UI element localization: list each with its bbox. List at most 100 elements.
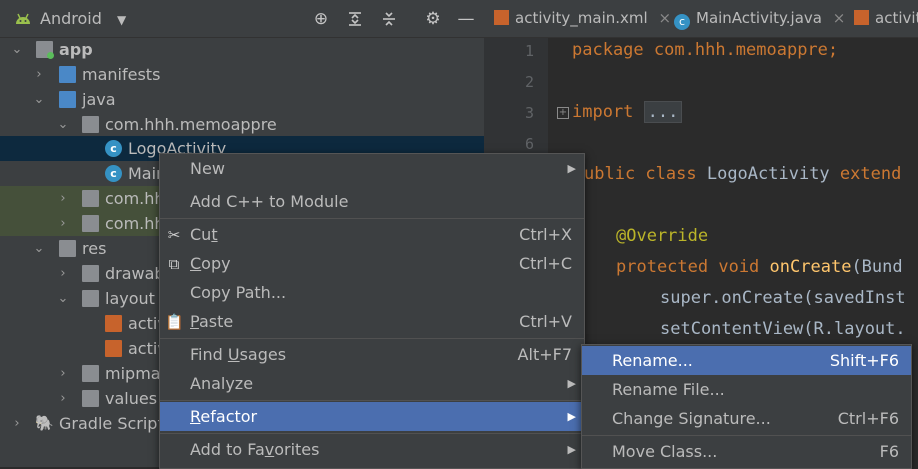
menu-item-label: Rename File... <box>612 380 725 399</box>
submenu-item-change-signature[interactable]: Change Signature... Ctrl+F6 <box>582 404 911 433</box>
keyword: package <box>572 40 644 60</box>
tree-item-package[interactable]: ⌄ com.hhh.memoappre <box>0 112 484 137</box>
menu-separator <box>160 400 584 401</box>
close-icon[interactable]: × <box>833 9 846 27</box>
tree-item-java[interactable]: ⌄ java <box>0 87 484 112</box>
android-icon <box>14 10 32 24</box>
code-text: super.onCreate(savedInst <box>660 288 906 308</box>
dropdown-arrow-icon: ▼ <box>116 13 127 27</box>
chevron-right-icon[interactable]: › <box>10 411 24 436</box>
shortcut: Ctrl+F6 <box>837 409 899 428</box>
menu-separator <box>582 435 911 436</box>
expand-all-icon[interactable] <box>344 8 366 30</box>
menu-item-analyze[interactable]: Analyze ▶ <box>160 369 584 398</box>
shortcut: Ctrl+V <box>519 312 572 331</box>
submenu-arrow-icon: ▶ <box>567 377 576 390</box>
menu-separator <box>160 218 584 219</box>
chevron-down-icon[interactable]: ⌄ <box>56 286 70 311</box>
copy-icon: ⧉ <box>168 255 180 273</box>
class-icon: c <box>105 140 122 157</box>
tree-item-label: drawab <box>105 264 165 283</box>
code-line-method: protected void onCreate(Bund <box>616 257 903 277</box>
fold-toggle-icon[interactable]: + <box>557 107 569 119</box>
xml-file-icon <box>854 10 869 25</box>
menu-item-copy-path[interactable]: Copy Path... <box>160 278 584 307</box>
locate-icon[interactable]: ⊕ <box>310 8 332 30</box>
chevron-right-icon[interactable]: › <box>56 211 70 236</box>
tab-activity-overflow[interactable]: activit <box>854 0 918 37</box>
shortcut: Shift+F6 <box>829 351 899 370</box>
view-selector[interactable]: Android ▼ <box>40 0 126 37</box>
method-params: (Bund <box>851 257 903 277</box>
submenu-arrow-icon: ▶ <box>567 162 576 175</box>
xml-file-icon <box>105 340 122 357</box>
menu-item-label: Add C++ to Module <box>190 192 349 211</box>
package-icon <box>82 190 99 207</box>
chevron-down-icon[interactable]: ⌄ <box>56 112 70 137</box>
chevron-right-icon[interactable]: › <box>56 386 70 411</box>
tab-mainactivity-java[interactable]: c MainActivity.java × <box>674 0 845 37</box>
package-icon <box>82 215 99 232</box>
submenu-item-move-class[interactable]: Move Class... F6 <box>582 437 911 466</box>
menu-item-refactor[interactable]: Refactor ▶ <box>160 402 584 431</box>
xml-file-icon <box>494 10 509 25</box>
annotation: @Override <box>616 226 709 246</box>
chevron-down-icon[interactable]: ⌄ <box>32 87 46 112</box>
class-icon: c <box>105 165 122 182</box>
submenu-item-rename[interactable]: Rename... Shift+F6 <box>582 346 911 375</box>
menu-item-add-cpp[interactable]: Add C++ to Module <box>160 187 584 216</box>
paste-icon: 📋 <box>165 313 184 331</box>
context-menu: New ▶ Add C++ to Module ✂ Cut Ctrl+X ⧉ C… <box>159 153 585 469</box>
code-line-package: package com.hhh.memoappre; <box>572 40 838 60</box>
refactor-submenu: Rename... Shift+F6 Rename File... Change… <box>581 344 912 469</box>
menu-item-label: Analyze <box>190 374 254 393</box>
menu-item-copy[interactable]: ⧉ Copy Ctrl+C <box>160 249 584 278</box>
menu-item-new[interactable]: New ▶ <box>160 154 584 183</box>
chevron-right-icon[interactable]: › <box>56 261 70 286</box>
code-line-import: import ... <box>572 101 683 123</box>
folder-icon <box>59 91 76 108</box>
code-line-setcontentview: setContentView(R.layout. <box>660 319 906 339</box>
tree-item-label: com.hh <box>105 214 165 233</box>
tree-item-manifests[interactable]: › manifests <box>0 62 484 87</box>
close-icon[interactable]: × <box>658 9 671 27</box>
menu-item-cut[interactable]: ✂ Cut Ctrl+X <box>160 220 584 249</box>
class-name: LogoActivity <box>706 164 830 184</box>
chevron-right-icon[interactable]: › <box>56 361 70 386</box>
menu-item-find-usages[interactable]: Find Usages Alt+F7 <box>160 340 584 369</box>
line-number: 3 <box>524 104 534 122</box>
chevron-right-icon[interactable]: › <box>32 62 46 87</box>
tree-item-label: java <box>82 90 116 109</box>
submenu-arrow-icon: ▶ <box>567 443 576 456</box>
menu-item-label: Copy <box>190 254 231 273</box>
keyword: ublic class <box>584 164 697 184</box>
folder-icon <box>82 390 99 407</box>
chevron-right-icon[interactable]: › <box>56 186 70 211</box>
keyword: extend <box>839 164 902 184</box>
import-fold[interactable]: ... <box>643 101 683 123</box>
chevron-down-icon[interactable]: ⌄ <box>10 37 24 62</box>
tree-item-label: com.hh <box>105 189 165 208</box>
menu-item-paste[interactable]: 📋 Paste Ctrl+V <box>160 307 584 336</box>
menu-item-label: Paste <box>190 312 234 331</box>
shortcut: Alt+F7 <box>517 345 572 364</box>
chevron-down-icon[interactable]: ⌄ <box>32 236 46 261</box>
gradle-icon: 🐘 <box>35 414 54 432</box>
cut-icon: ✂ <box>167 226 181 244</box>
xml-file-icon <box>105 315 122 332</box>
menu-item-add-to-favorites[interactable]: Add to Favorites ▶ <box>160 435 584 464</box>
shortcut: Ctrl+C <box>518 254 572 273</box>
tree-item-label: values <box>105 389 158 408</box>
menu-separator <box>160 338 584 339</box>
tree-item-label: Gradle Scripts <box>59 414 173 433</box>
menu-item-label: Refactor <box>190 407 258 426</box>
submenu-item-rename-file[interactable]: Rename File... <box>582 375 911 404</box>
hide-panel-icon[interactable]: — <box>455 8 477 30</box>
settings-gear-icon[interactable]: ⚙ <box>422 8 444 30</box>
menu-item-label: Move Class... <box>612 442 718 461</box>
menu-item-label: Cut <box>190 225 218 244</box>
tab-activity-main-xml[interactable]: activity_main.xml × <box>494 0 671 37</box>
tab-label: MainActivity.java <box>696 9 822 27</box>
collapse-all-icon[interactable] <box>378 8 400 30</box>
tree-item-app[interactable]: ⌄ app <box>0 37 484 62</box>
